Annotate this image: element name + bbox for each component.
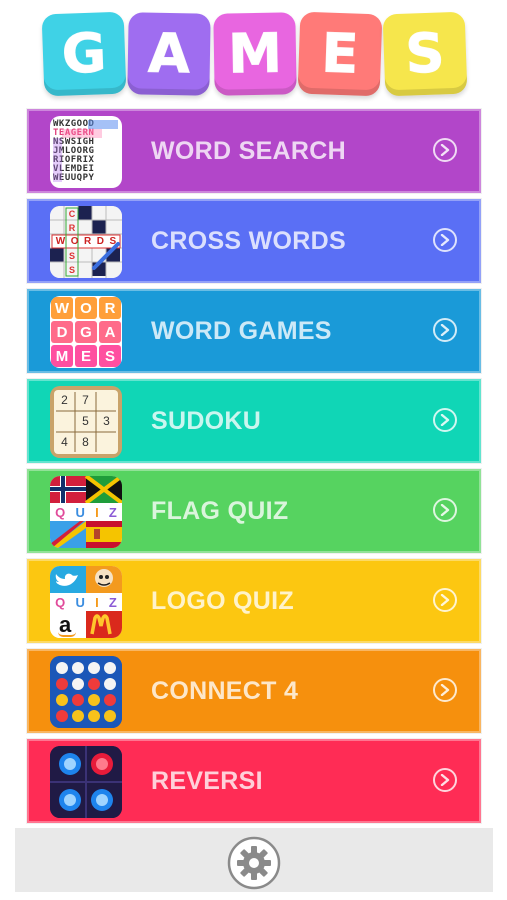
logo-quiz-icon: Q U I Z a <box>50 566 122 638</box>
word-search-row: WEUUQPY <box>53 173 95 183</box>
word-search-icon: WKZGOOD TEAGERN NSWSIGH JMLOORG RIOFRIX … <box>50 116 122 188</box>
sudoku-digit: 4 <box>61 435 68 449</box>
crossword-across-letters: W O R D S <box>53 236 119 248</box>
chevron-right-icon <box>433 678 457 702</box>
menu-item-label: FLAG QUIZ <box>151 497 289 525</box>
word-tile: A <box>99 321 121 343</box>
quiz-letter: U <box>75 504 85 520</box>
menu-item-flag-quiz[interactable]: Q U I Z FLAG QUIZ <box>26 468 482 554</box>
word-tile: O <box>75 297 97 319</box>
crossword-letter: S <box>109 236 117 247</box>
quiz-letter: U <box>75 594 85 610</box>
highlight-strip <box>53 138 62 182</box>
chevron-right-icon <box>433 768 457 792</box>
title-letter: S <box>404 21 446 86</box>
crossword-letter: R <box>84 236 92 247</box>
quiz-letter: Q <box>55 594 66 610</box>
quiz-letter: Q <box>55 504 66 520</box>
word-tile: G <box>75 321 97 343</box>
menu-item-label: LOGO QUIZ <box>151 587 294 615</box>
flag-quiz-icon: Q U I Z <box>50 476 122 548</box>
smile-arrow <box>58 632 76 637</box>
menu-item-connect-4[interactable]: CONNECT 4 <box>26 648 482 734</box>
gear-icon[interactable] <box>227 836 281 890</box>
crossword-letter: R <box>68 223 76 233</box>
chevron-right-icon <box>433 588 457 612</box>
chevron-right-icon <box>433 138 457 162</box>
crossword-letter: S <box>68 265 75 275</box>
word-tile: M <box>51 345 73 367</box>
word-tile: S <box>99 345 121 367</box>
title-tile-m: M <box>213 12 297 96</box>
menu-item-logo-quiz[interactable]: Q U I Z a LOGO QUIZ <box>26 558 482 644</box>
title-letter: G <box>60 21 108 87</box>
title-tile-s: S <box>382 11 468 97</box>
title-tile-g: G <box>41 11 127 97</box>
sudoku-digit: 3 <box>103 414 110 428</box>
menu-item-word-games[interactable]: W O R D G A M E S WORD GAMES <box>26 288 482 374</box>
connect-4-board <box>50 656 122 728</box>
word-games-icon: W O R D G A M E S <box>50 296 122 368</box>
reversi-board <box>50 746 122 818</box>
menu-item-label: WORD GAMES <box>151 317 332 345</box>
sudoku-board: 2 7 5 3 4 8 <box>54 390 118 454</box>
menu-item-label: SUDOKU <box>151 407 262 435</box>
connect-4-icon <box>50 656 122 728</box>
reversi-icon <box>50 746 122 818</box>
menu-item-label: CONNECT 4 <box>151 677 299 705</box>
word-tile: E <box>75 345 97 367</box>
chevron-right-icon <box>433 498 457 522</box>
crossword-icon: C R S S W O R D S <box>50 206 122 278</box>
sudoku-digit: 7 <box>82 393 89 407</box>
chevron-right-icon <box>433 228 457 252</box>
title-letter: M <box>227 21 283 86</box>
crossword-letter: C <box>68 209 76 219</box>
crossword-letter: D <box>96 236 104 247</box>
sudoku-digit: 8 <box>82 435 89 449</box>
menu-item-cross-words[interactable]: C R S S W O R D S CROSS WORDS <box>26 198 482 284</box>
highlight-strip <box>88 120 118 129</box>
sudoku-digit: 2 <box>61 393 68 407</box>
word-tile: D <box>51 321 73 343</box>
word-tile: W <box>51 297 73 319</box>
crossword-letter: O <box>70 236 79 247</box>
menu-item-word-search[interactable]: WKZGOOD TEAGERN NSWSIGH JMLOORG RIOFRIX … <box>26 108 482 194</box>
menu-item-reversi[interactable]: REVERSI <box>26 738 482 824</box>
games-title: G A M E S <box>0 0 507 104</box>
title-tile-a: A <box>127 12 211 96</box>
sudoku-icon: 2 7 5 3 4 8 <box>50 386 122 458</box>
quiz-letter: I <box>95 594 99 610</box>
word-tile: R <box>99 297 121 319</box>
highlight-strip <box>62 129 102 138</box>
title-letter: E <box>320 21 360 86</box>
chevron-right-icon <box>433 318 457 342</box>
menu-item-sudoku[interactable]: 2 7 5 3 4 8 SUDOKU <box>26 378 482 464</box>
crossword-letter: S <box>68 251 75 261</box>
quiz-letter: Z <box>108 504 117 520</box>
quiz-letter: Z <box>108 594 117 610</box>
quiz-letter: I <box>95 504 99 520</box>
title-letter: A <box>147 21 191 86</box>
title-tile-e: E <box>297 11 383 97</box>
menu-item-label: REVERSI <box>151 767 263 795</box>
menu-item-label: WORD SEARCH <box>151 137 346 165</box>
quiz-banner: Q U I Z <box>50 504 122 520</box>
sudoku-digit: 5 <box>82 414 89 428</box>
quiz-banner: Q U I Z <box>50 594 122 610</box>
chevron-right-icon <box>433 408 457 432</box>
menu-item-label: CROSS WORDS <box>151 227 346 255</box>
crossword-letter: W <box>55 236 66 247</box>
